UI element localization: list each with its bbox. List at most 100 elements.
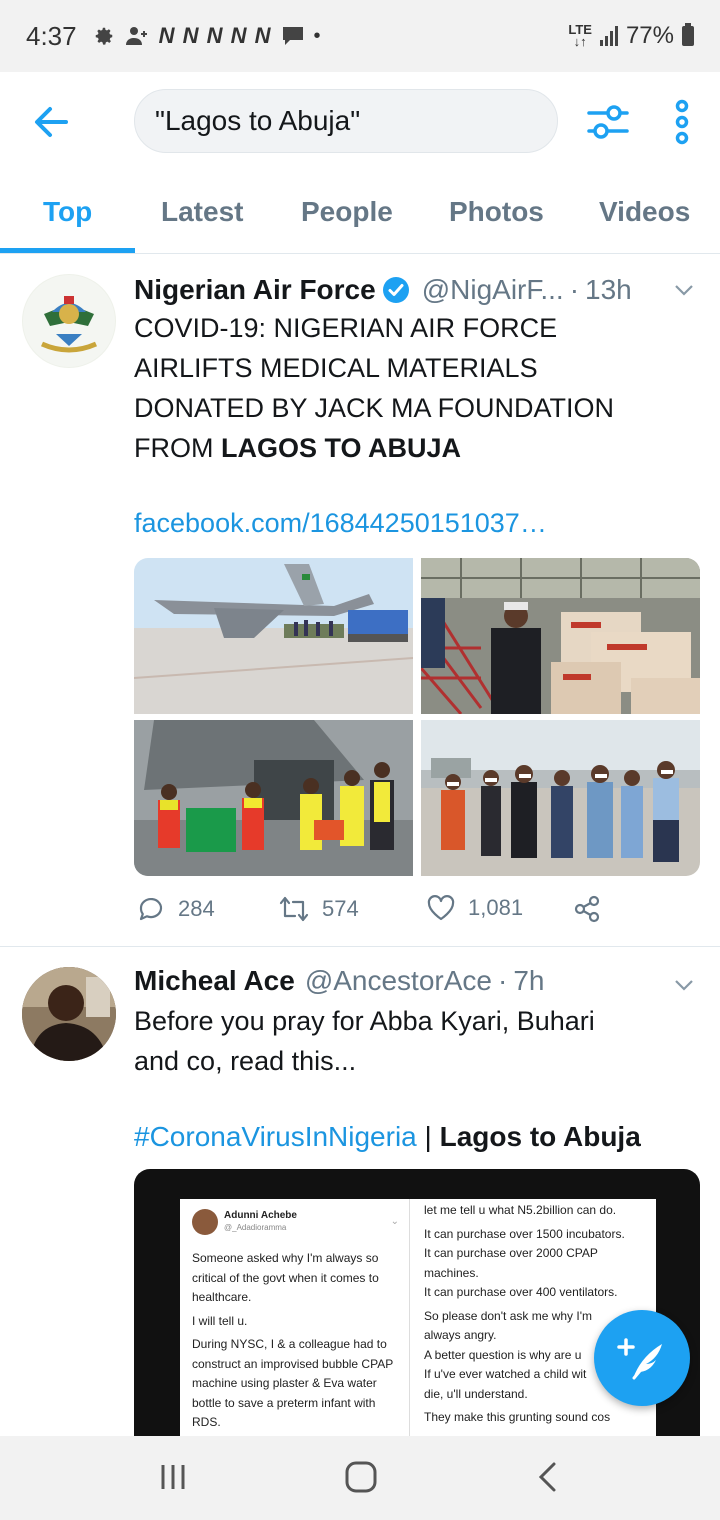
- message-icon: [282, 27, 303, 45]
- retweet-count: 574: [322, 896, 359, 921]
- embed-line: healthcare.: [192, 1290, 252, 1304]
- embed-line: It can purchase over 1500 incubators.: [424, 1226, 625, 1241]
- person-add-icon: [125, 27, 147, 45]
- screenshot-panel: Adunni Achebe @_Adadioramma ⌄ Someone as…: [180, 1199, 656, 1459]
- embed-line: construct an improvised bubble CPAP: [192, 1356, 394, 1371]
- photo-officials-walking[interactable]: [421, 720, 700, 876]
- hashtag-link[interactable]: #CoronaVirusInNigeria: [134, 1121, 417, 1152]
- back-icon[interactable]: [536, 1460, 560, 1494]
- more-options-icon[interactable]: [668, 98, 696, 146]
- status-bar: 4:37 N N N N N • LTE ↓↑ 77%: [0, 0, 720, 72]
- avatar[interactable]: [22, 274, 116, 368]
- photo-aircraft-tarmac[interactable]: [134, 558, 413, 714]
- battery-percent: 77%: [625, 22, 674, 49]
- tweet-text-line: AIRLIFTS MEDICAL MATERIALS: [134, 353, 538, 383]
- search-highlight: Lagos to Abuja: [439, 1121, 641, 1152]
- tweet-text: Before you pray for Abba Kyari, Buhari a…: [134, 1001, 690, 1081]
- search-tabs: Top Latest People Photos Videos: [0, 172, 720, 254]
- photo-grid: [134, 558, 700, 876]
- tweet-text-line: DONATED BY JACK MA FOUNDATION: [134, 393, 615, 423]
- clock: 4:37: [26, 20, 77, 51]
- signal-icon: [599, 26, 618, 46]
- embed-line: I will tell u.: [192, 1313, 248, 1328]
- reply-icon: [139, 897, 163, 921]
- tweet-text-line: Before you pray for Abba Kyari, Buhari: [134, 1006, 595, 1036]
- embed-line: machines.: [424, 1265, 479, 1280]
- search-query: "Lagos to Abuja": [155, 105, 361, 136]
- like-count: 1,081: [468, 895, 524, 920]
- embed-left-column: Adunni Achebe @_Adadioramma ⌄ Someone as…: [180, 1199, 410, 1459]
- separator-dot: ·: [569, 274, 580, 305]
- share-button[interactable]: [572, 894, 602, 924]
- tweet-time: 13h: [585, 274, 632, 305]
- embed-line: let me tell u what N5.2billion can do.: [424, 1203, 617, 1217]
- tweet-actions: 284 574 1,081: [136, 894, 616, 930]
- reply-count: 284: [178, 896, 215, 921]
- retweet-button[interactable]: 574: [278, 894, 359, 924]
- home-icon[interactable]: [344, 1460, 378, 1494]
- tab-top[interactable]: Top: [43, 196, 92, 228]
- system-nav-bar: [0, 1436, 720, 1520]
- tweet-text-line: COVID-19: NIGERIAN AIR FORCE: [134, 313, 558, 343]
- tab-people[interactable]: People: [301, 196, 393, 228]
- tweet-card[interactable]: Nigerian Air Force @NigAirF... · 13h COV…: [0, 254, 720, 946]
- battery-icon: [682, 23, 694, 46]
- compose-tweet-button[interactable]: [594, 1310, 690, 1406]
- recent-apps-icon[interactable]: [158, 1462, 188, 1492]
- verified-badge-icon: [382, 277, 409, 303]
- gear-icon: [95, 27, 112, 45]
- tweet-time: 7h: [513, 965, 545, 996]
- air-force-crest-icon: [23, 275, 115, 367]
- embed-line: They make this grunting sound cos: [424, 1410, 611, 1424]
- search-header: "Lagos to Abuja": [0, 72, 720, 172]
- tweet-text-line: and co, read this...: [134, 1046, 357, 1076]
- author-name[interactable]: Micheal Ace: [134, 965, 295, 997]
- chevron-down-icon[interactable]: [672, 278, 696, 302]
- tweet-text-segment: FROM: [134, 433, 221, 463]
- embed-avatar: [192, 1209, 218, 1235]
- hashtag-divider: |: [416, 1121, 440, 1152]
- embed-line: It can purchase over 400 ventilators.: [424, 1285, 618, 1299]
- author-handle: @NigAirF...: [421, 274, 564, 305]
- tweet-link[interactable]: facebook.com/16844250151037…: [134, 508, 547, 539]
- tab-latest[interactable]: Latest: [161, 196, 243, 228]
- tweet-header: Nigerian Air Force @NigAirF... · 13h: [134, 272, 700, 308]
- dot-icon: •: [313, 24, 321, 47]
- retweet-icon: [279, 896, 309, 922]
- like-button[interactable]: 1,081: [426, 894, 523, 922]
- share-icon: [574, 895, 600, 923]
- embed-handle: @_Adadioramma: [224, 1223, 287, 1232]
- embed-line: machine using plaster & Eva water: [192, 1376, 377, 1390]
- embed-line: Someone asked why I'm always so: [192, 1251, 379, 1265]
- embed-chevron-icon: ⌄: [390, 1216, 399, 1227]
- tweet-header: Micheal Ace @AncestorAce · 7h: [134, 963, 700, 999]
- author-handle: @AncestorAce: [304, 965, 492, 996]
- avatar[interactable]: [22, 967, 116, 1061]
- embed-line: critical of the govt when it comes to: [192, 1270, 379, 1285]
- heart-icon: [427, 895, 455, 921]
- photo-cargo-boxes[interactable]: [421, 558, 700, 714]
- chevron-down-icon[interactable]: [672, 973, 696, 997]
- tab-photos[interactable]: Photos: [449, 196, 544, 228]
- photo-loading-crew[interactable]: [134, 720, 413, 876]
- search-highlight: LAGOS TO ABUJA: [221, 433, 462, 463]
- filter-icon[interactable]: [586, 102, 630, 142]
- author-name[interactable]: Nigerian Air Force: [134, 274, 376, 306]
- embed-line: bottle to save a preterm infant with: [192, 1395, 376, 1410]
- embed-author: Adunni Achebe: [224, 1210, 297, 1221]
- back-arrow-icon[interactable]: [30, 100, 70, 144]
- tweet-hashtag-line: #CoronaVirusInNigeria | Lagos to Abuja: [134, 1121, 641, 1153]
- tweet-text-line: FROM LAGOS TO ABUJA: [134, 428, 690, 468]
- embed-line: RDS.: [192, 1415, 221, 1429]
- embed-line: During NYSC, I & a colleague had to: [192, 1337, 387, 1351]
- tweet-text: COVID-19: NIGERIAN AIR FORCE AIRLIFTS ME…: [134, 308, 690, 468]
- notification-icons: N N N N N: [158, 23, 272, 48]
- active-tab-indicator: [0, 248, 135, 253]
- reply-button[interactable]: 284: [136, 894, 215, 924]
- tab-videos[interactable]: Videos: [599, 196, 690, 228]
- network-type: LTE ↓↑: [568, 22, 592, 49]
- search-input[interactable]: "Lagos to Abuja": [134, 89, 558, 153]
- profile-photo: [22, 967, 116, 1061]
- compose-feather-icon: [617, 1338, 662, 1380]
- embed-line: It can purchase over 2000 CPAP: [424, 1246, 598, 1260]
